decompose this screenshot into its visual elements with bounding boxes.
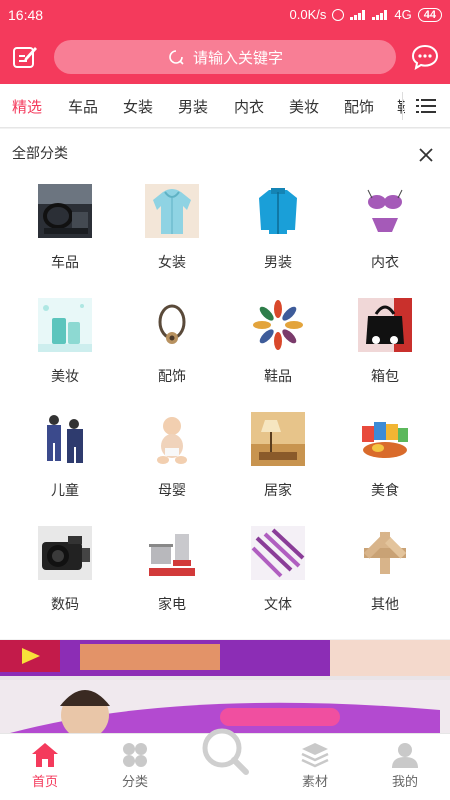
search-icon	[169, 50, 184, 65]
network-type: 4G	[394, 7, 412, 22]
hoodie-image	[145, 184, 199, 238]
wooden-puzzle-image	[358, 526, 412, 580]
shoes-image	[251, 298, 305, 352]
category-label: 箱包	[371, 368, 399, 384]
category-food[interactable]: 美食	[335, 412, 435, 512]
nav-category[interactable]: 分类	[100, 742, 170, 790]
category-digital[interactable]: 数码	[15, 526, 115, 626]
tab-featured[interactable]: 精选	[12, 96, 42, 117]
layers-icon	[301, 743, 329, 768]
category-shoes[interactable]: 鞋品	[228, 298, 328, 398]
tab-underwear[interactable]: 内衣	[234, 96, 264, 117]
tab-women[interactable]: 女装	[123, 96, 153, 117]
category-car[interactable]: 车品	[15, 184, 115, 284]
category-accessories[interactable]: 配饰	[122, 298, 222, 398]
category-label: 家电	[158, 596, 186, 612]
menu-icon[interactable]	[416, 98, 436, 114]
tab-divider	[402, 92, 403, 120]
panel-title: 全部分类	[12, 145, 68, 161]
banner-image	[0, 640, 450, 733]
category-label: 居家	[264, 482, 292, 498]
alarm-icon	[332, 8, 345, 21]
nav-label: 我的	[391, 774, 418, 789]
category-label: 内衣	[371, 254, 399, 270]
nav-profile[interactable]: 我的	[370, 742, 440, 790]
category-men[interactable]: 男装	[228, 184, 328, 284]
category-other[interactable]: 其他	[335, 526, 435, 626]
category-label: 男装	[264, 254, 292, 270]
tab-beauty[interactable]: 美妆	[289, 96, 319, 117]
snacks-image	[358, 412, 412, 466]
network-speed: 0.0K/s	[289, 7, 327, 22]
category-label: 鞋品	[264, 368, 292, 384]
search-input[interactable]: 请输入关键字	[54, 40, 396, 74]
category-label: 数码	[51, 596, 79, 612]
category-panel: 全部分类 车品 女装 男装 内衣 美妆 配饰 鞋品 箱包 儿童 母婴 居家 美食…	[0, 129, 450, 639]
home-icon	[32, 743, 58, 767]
battery-icon: 44	[417, 7, 442, 22]
category-tabs: 精选 车品 女装 男装 内衣 美妆 配饰 鞋	[0, 84, 450, 128]
category-label: 美妆	[51, 368, 79, 384]
category-label: 其他	[371, 596, 399, 612]
nav-home[interactable]: 首页	[10, 742, 80, 790]
user-icon	[392, 743, 418, 768]
handbag-image	[358, 298, 412, 352]
search-placeholder: 请输入关键字	[192, 49, 283, 67]
category-label: 文体	[264, 596, 292, 612]
lamp-image	[251, 412, 305, 466]
search-icon[interactable]	[200, 726, 250, 776]
kids-clothing-image	[38, 412, 92, 466]
category-bags[interactable]: 箱包	[335, 298, 435, 398]
message-icon[interactable]	[412, 44, 438, 70]
category-label: 美食	[371, 482, 399, 498]
bottom-nav: 首页 分类 素材 我的	[0, 728, 450, 800]
tab-men[interactable]: 男装	[178, 96, 208, 117]
tab-shoes[interactable]: 鞋	[397, 96, 405, 117]
app-header: 请输入关键字	[0, 30, 450, 84]
close-icon[interactable]	[418, 147, 434, 163]
lingerie-image	[358, 184, 412, 238]
tab-car[interactable]: 车品	[68, 96, 98, 117]
status-right: 0.0K/s 4G 44	[290, 7, 442, 22]
camera-image	[38, 526, 92, 580]
category-label: 车品	[51, 254, 79, 270]
status-bar: 16:48 0.0K/s 4G 44	[0, 0, 450, 30]
signal-icon	[350, 9, 366, 20]
jacket-image	[251, 184, 305, 238]
promo-banner[interactable]	[0, 640, 450, 733]
edit-icon[interactable]	[12, 44, 38, 70]
status-time: 16:48	[8, 7, 44, 23]
bracelet-image	[145, 298, 199, 352]
nav-label: 素材	[301, 774, 328, 789]
baby-image	[145, 412, 199, 466]
category-icon	[123, 743, 147, 767]
car-interior-image	[38, 184, 92, 238]
category-label: 母婴	[158, 482, 186, 498]
nav-materials[interactable]: 素材	[280, 742, 350, 790]
category-stationery[interactable]: 文体	[228, 526, 328, 626]
category-women[interactable]: 女装	[122, 184, 222, 284]
cookware-image	[145, 526, 199, 580]
category-home[interactable]: 居家	[228, 412, 328, 512]
nav-label: 首页	[31, 774, 58, 789]
tab-accessories[interactable]: 配饰	[344, 96, 374, 117]
category-beauty[interactable]: 美妆	[15, 298, 115, 398]
category-underwear[interactable]: 内衣	[335, 184, 435, 284]
category-baby[interactable]: 母婴	[122, 412, 222, 512]
cosmetics-image	[38, 298, 92, 352]
nav-label: 分类	[121, 774, 148, 789]
category-label: 配饰	[158, 368, 186, 384]
category-label: 女装	[158, 254, 186, 270]
category-appliances[interactable]: 家电	[122, 526, 222, 626]
category-kids[interactable]: 儿童	[15, 412, 115, 512]
signal-icon-2	[372, 9, 388, 20]
category-label: 儿童	[51, 482, 79, 498]
pens-image	[251, 526, 305, 580]
